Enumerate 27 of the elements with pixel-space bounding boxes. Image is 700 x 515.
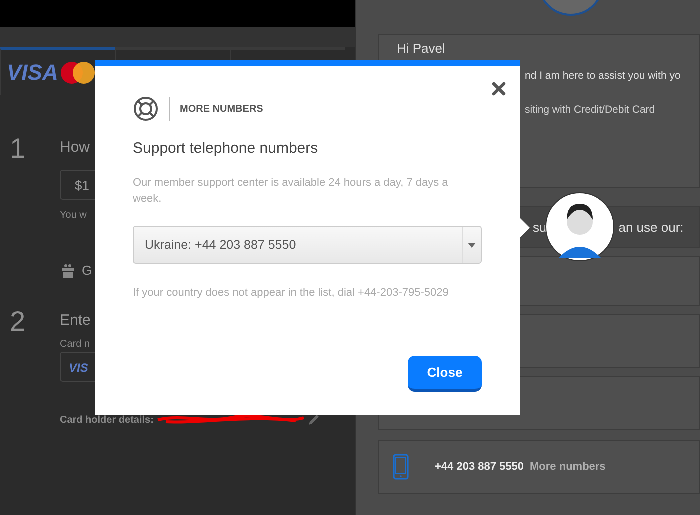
dialog-title: Support telephone numbers (133, 140, 320, 157)
amount-hint: You w (60, 210, 87, 221)
dialog-description: Our member support center is available 24 hours a day, 7 days a week. (133, 176, 450, 207)
more-numbers-link[interactable]: More numbers (530, 461, 606, 473)
prompt-text: an use our: (618, 220, 684, 234)
chat-message: nd I am here to assist you with yo (525, 70, 681, 82)
gift-link[interactable]: G (82, 263, 92, 278)
prompt-text: su (533, 220, 547, 234)
section-label: MORE NUMBERS (180, 104, 264, 114)
close-icon[interactable] (492, 82, 506, 96)
phone-icon (393, 454, 409, 480)
dialog-note: If your country does not appear in the list, dial +44-203-795-5029 (133, 287, 450, 299)
card-logo-icon (60, 60, 96, 84)
gift-icon (62, 264, 74, 278)
step-title: Ente (60, 312, 91, 329)
caret-icon (468, 242, 476, 248)
chat-topic: siting with Credit/Debit Card (525, 104, 656, 116)
card-number-label: Card n (60, 339, 90, 350)
step-number: 1 (10, 133, 27, 166)
card-holder-label: Card holder details: (60, 415, 154, 426)
number-dropdown[interactable]: Ukraine: +44 203 887 5550 (133, 226, 482, 264)
greeting-text: Hi Pavel (397, 41, 446, 56)
step-title: How (60, 139, 90, 156)
close-button[interactable]: Close (408, 356, 482, 392)
step-number: 2 (10, 306, 27, 339)
lifebuoy-icon (133, 96, 159, 122)
phone-number: +44 203 887 5550 (435, 461, 524, 473)
